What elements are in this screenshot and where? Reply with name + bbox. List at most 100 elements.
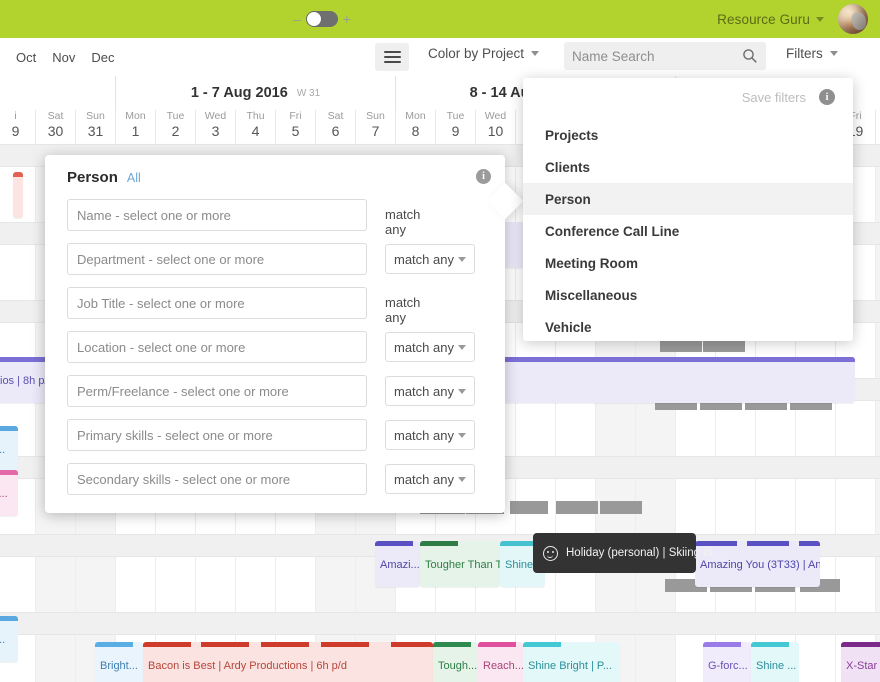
availability-bar	[556, 501, 598, 514]
filters-menu-items: Projects Clients Person Conference Call Lin…	[523, 119, 853, 343]
list-view-icon[interactable]	[375, 43, 409, 71]
booking-color-cap	[261, 642, 309, 647]
booking-block[interactable]: Tougher Than T...	[420, 541, 500, 587]
filters-menu-item-miscellaneous[interactable]: Miscellaneous	[523, 279, 853, 311]
booking-block[interactable]: G-forc...	[703, 642, 751, 682]
person-filter-input[interactable]: Department - select one or more	[67, 243, 367, 275]
person-filter-input[interactable]: Job Title - select one or more	[67, 287, 367, 319]
filters-menu-item-label: Miscellaneous	[545, 287, 638, 303]
day-header-cell[interactable]: Tue 2	[155, 110, 195, 144]
match-mode-value: match any	[394, 251, 454, 267]
week-title: 1 - 7 Aug 2016	[190, 85, 288, 101]
booking-block[interactable]	[13, 172, 23, 218]
booking-block[interactable]: Amazi...	[375, 541, 420, 587]
match-mode-select[interactable]: match any	[385, 420, 475, 450]
booking-color-cap	[433, 642, 471, 647]
zoom-toggle[interactable]	[305, 11, 338, 27]
day-name: Sun	[86, 110, 105, 122]
booking-color-cap	[13, 172, 23, 177]
filters-menu-item-label: Person	[545, 191, 591, 207]
booking-color-cap	[0, 616, 18, 621]
filters-menu-item-clients[interactable]: Clients	[523, 151, 853, 183]
person-panel-title: Person	[67, 169, 118, 186]
account-name[interactable]: Resource Guru	[717, 12, 810, 27]
booking-block[interactable]: Reach...	[478, 642, 523, 682]
person-filter-placeholder: Department - select one or more	[77, 251, 265, 267]
match-mode-select[interactable]: match any	[385, 464, 475, 494]
booking-block[interactable]: Bacon is Best | Ardy Productions | 6h p/…	[143, 642, 433, 682]
day-header-cell[interactable]: Thu 4	[235, 110, 275, 144]
month-tab-dec[interactable]: Dec	[83, 46, 122, 69]
match-mode-select[interactable]: match any	[385, 376, 475, 406]
row-separator	[0, 534, 880, 535]
booking-block[interactable]: X-Star | Asda | 8h p/d	[841, 642, 880, 682]
day-number: 3	[211, 123, 220, 139]
booking-block[interactable]: Shine ...	[751, 642, 799, 682]
avatar[interactable]	[838, 4, 868, 34]
day-name: Sat	[47, 110, 64, 122]
color-by-dropdown[interactable]: Color by Project	[428, 46, 540, 61]
chevron-down-icon	[458, 344, 466, 350]
save-filters-button[interactable]: Save filters	[742, 90, 806, 105]
filters-menu-item-label: Projects	[545, 127, 599, 143]
booking-color-cap	[799, 541, 820, 546]
filters-menu-header: Save filters i	[523, 78, 853, 119]
filters-menu-item-meeting-room[interactable]: Meeting Room	[523, 247, 853, 279]
day-header-cell[interactable]: Sat20	[875, 110, 880, 144]
match-mode-select[interactable]: match any	[385, 332, 475, 362]
booking-color-cap	[420, 541, 458, 546]
month-tabs: Oct Nov Dec	[8, 46, 122, 69]
booking-block[interactable]: Tough...	[433, 642, 478, 682]
booking-block[interactable]: c...	[0, 470, 18, 516]
filters-button[interactable]: Filters	[786, 46, 838, 61]
month-tab-oct[interactable]: Oct	[8, 46, 44, 69]
filters-menu-item-projects[interactable]: Projects	[523, 119, 853, 151]
booking-block[interactable]: t...	[0, 426, 18, 472]
filters-menu-item-vehicle[interactable]: Vehicle	[523, 311, 853, 343]
day-name: Mon	[405, 110, 426, 122]
day-header-cell[interactable]: Fri 5	[275, 110, 315, 144]
booking-block[interactable]: t...	[0, 616, 18, 662]
booking-label: c...	[0, 488, 8, 500]
booking-label: Amazi...	[380, 559, 420, 571]
month-tab-nov[interactable]: Nov	[44, 46, 83, 69]
app-root: Resource Guru Oct Nov Dec – + Color by P…	[0, 0, 880, 682]
person-panel-header: Person All	[67, 169, 141, 186]
day-header-cell[interactable]: Sat 30	[35, 110, 75, 144]
day-header-cell[interactable]: Sat 6	[315, 110, 355, 144]
person-filter-input[interactable]: Primary skills - select one or more	[67, 419, 367, 451]
chevron-down-icon	[458, 388, 466, 394]
match-mode-select[interactable]: match any	[385, 244, 475, 274]
person-filter-input[interactable]: Perm/Freelance - select one or more	[67, 375, 367, 407]
day-header-cell[interactable]: Wed 10	[475, 110, 515, 144]
search-placeholder: Name Search	[572, 48, 655, 64]
info-icon[interactable]: i	[476, 169, 491, 184]
search-input[interactable]: Name Search	[564, 42, 766, 70]
day-header-cell[interactable]: Sun 31	[75, 110, 115, 144]
day-header-cell[interactable]: Sun 7	[355, 110, 395, 144]
booking-block[interactable]: Bright...	[95, 642, 143, 682]
chevron-down-icon[interactable]	[816, 16, 824, 22]
day-header-cell[interactable]: i9	[0, 110, 35, 144]
chevron-down-icon	[829, 51, 838, 56]
info-icon[interactable]: i	[819, 89, 835, 105]
booking-color-cap	[523, 642, 561, 647]
zoom-in-button[interactable]: +	[343, 12, 351, 26]
day-header-cell[interactable]: Mon 8	[395, 110, 435, 144]
booking-color-cap	[95, 642, 133, 647]
person-panel-all-link[interactable]: All	[127, 171, 141, 185]
zoom-out-button[interactable]: –	[293, 12, 301, 26]
filters-menu-item-conference-call-line[interactable]: Conference Call Line	[523, 215, 853, 247]
day-header-cell[interactable]: Mon 1	[115, 110, 155, 144]
day-header-cell[interactable]: Tue 9	[435, 110, 475, 144]
booking-color-cap	[747, 541, 789, 546]
person-filter-input[interactable]: Name - select one or more	[67, 199, 367, 231]
day-header-cell[interactable]: Wed 3	[195, 110, 235, 144]
booking-block[interactable]: Shine Bright | P...	[523, 642, 620, 682]
person-filter-placeholder: Primary skills - select one or more	[77, 427, 273, 443]
person-filter-input[interactable]: Secondary skills - select one or more	[67, 463, 367, 495]
filters-menu-item-person[interactable]: Person	[523, 183, 853, 215]
person-filter-input[interactable]: Location - select one or more	[67, 331, 367, 363]
week-header-cell: 1 - 7 Aug 2016 W 31	[115, 76, 395, 110]
person-filter-placeholder: Perm/Freelance - select one or more	[77, 383, 289, 399]
